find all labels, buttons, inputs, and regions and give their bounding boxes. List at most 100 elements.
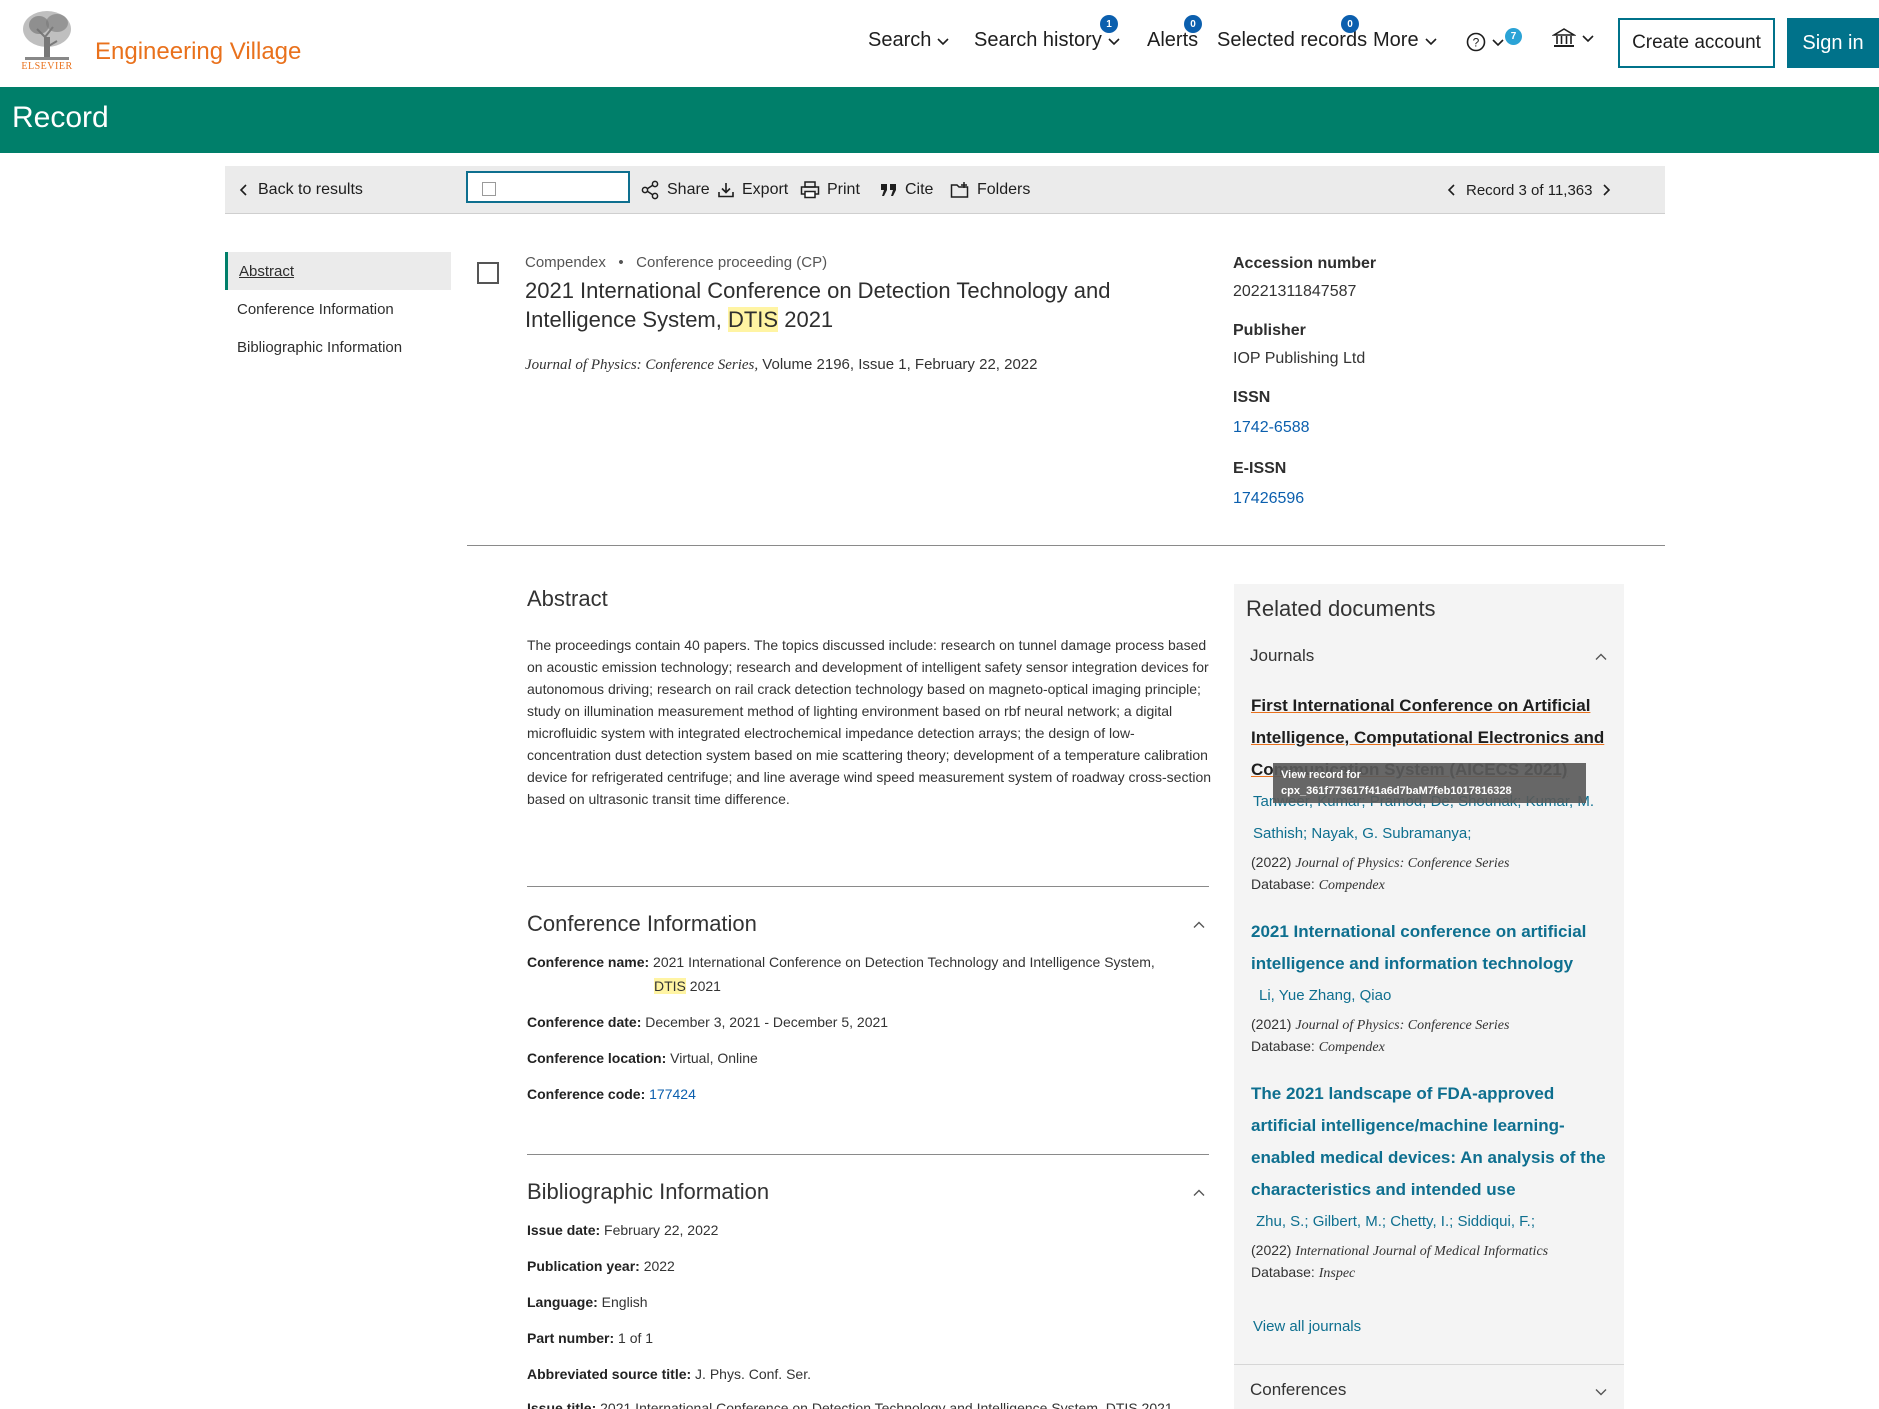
export-label: Export: [742, 181, 789, 198]
cite-button[interactable]: Cite: [880, 166, 933, 214]
related-doc-title[interactable]: 2021 International conference on artific…: [1251, 916, 1611, 980]
section-divider: [527, 886, 1209, 887]
conference-location: Virtual, Online: [670, 1050, 758, 1066]
abbreviated-source-title-label: Abbreviated source title:: [527, 1366, 692, 1382]
accession-number: 20221311847587: [1233, 283, 1357, 300]
chevron-up-icon[interactable]: [1594, 650, 1608, 664]
section-nav-bibliographic-information[interactable]: Bibliographic Information: [225, 328, 451, 366]
related-doc-authors[interactable]: Zhu, S.; Gilbert, M.; Chetty, I.; Siddiq…: [1256, 1206, 1616, 1238]
doc-meta: Compendex • Conference proceeding (CP): [525, 254, 827, 271]
related-doc-authors[interactable]: Li, Yue Zhang, Qiao: [1259, 980, 1619, 1012]
part-number: 1 of 1: [618, 1330, 654, 1346]
section-nav: Abstract Conference Information Bibliogr…: [225, 252, 451, 366]
eissn-label: E-ISSN: [1233, 460, 1287, 477]
folders-button[interactable]: Folders: [950, 166, 1030, 214]
record-position: Record 3 of 11,363: [1466, 181, 1593, 199]
source-details: Volume 2196, Issue 1, February 22, 2022: [758, 356, 1038, 373]
cite-label: Cite: [905, 181, 934, 198]
conference-name: 2021 International Conference on Detecti…: [653, 954, 1155, 970]
nav-institution[interactable]: [1552, 27, 1596, 49]
search-history-badge: 1: [1100, 15, 1118, 33]
document-type: Conference proceeding (CP): [636, 254, 828, 271]
nav-search[interactable]: Search: [868, 29, 951, 52]
abbreviated-source-title-field: Abbreviated source title: J. Phys. Conf.…: [527, 1366, 811, 1382]
folders-label: Folders: [977, 181, 1031, 198]
print-button[interactable]: Print: [800, 166, 860, 214]
tooltip-line-2: cpx_361f773617f41a6d7baM7feb1017816328: [1281, 785, 1512, 797]
database-label: Database:: [1251, 1038, 1315, 1054]
select-record-checkbox[interactable]: [477, 262, 499, 284]
nav-help[interactable]: ?: [1466, 32, 1506, 52]
chevron-left-icon[interactable]: [1445, 183, 1459, 197]
publisher-label: Publisher: [1233, 322, 1306, 339]
language-field: Language: English: [527, 1294, 648, 1310]
conference-name-highlight: DTIS: [654, 978, 686, 994]
export-button[interactable]: Export: [717, 166, 788, 214]
related-doc-year: (2022): [1251, 1242, 1292, 1258]
bibliographic-information-heading: Bibliographic Information: [527, 1179, 770, 1204]
issue-title-label: Issue title:: [527, 1400, 597, 1409]
selected-records-badge: 0: [1341, 15, 1359, 33]
conference-date-field: Conference date: December 3, 2021 - Dece…: [527, 1014, 888, 1030]
eissn-link[interactable]: 17426596: [1233, 490, 1304, 508]
help-badge: 7: [1505, 28, 1522, 45]
elsevier-wordmark: ELSEVIER: [21, 61, 73, 72]
journals-toggle-label[interactable]: Journals: [1250, 646, 1314, 666]
publication-year: 2022: [643, 1258, 675, 1274]
related-doc-source: (2021) Journal of Physics: Conference Se…: [1251, 1016, 1509, 1034]
section-nav-conference-information[interactable]: Conference Information: [225, 290, 451, 328]
chevron-right-icon[interactable]: [1599, 183, 1613, 197]
chevron-down-icon: [1582, 35, 1594, 43]
conferences-toggle-label[interactable]: Conferences: [1250, 1380, 1346, 1400]
chevron-left-icon: [239, 184, 247, 196]
download-icon: [718, 183, 734, 198]
related-doc-source: (2022) Journal of Physics: Conference Se…: [1251, 854, 1509, 872]
sign-in-button[interactable]: Sign in: [1787, 18, 1879, 68]
conference-location-field: Conference location: Virtual, Online: [527, 1050, 758, 1066]
record-pagination: Record 3 of 11,363: [1445, 166, 1613, 214]
tooltip-line-1: View record for: [1281, 769, 1361, 781]
quick-search-box[interactable]: [466, 171, 630, 203]
back-to-results-button[interactable]: Back to results: [237, 166, 363, 214]
share-button[interactable]: Share: [640, 166, 710, 214]
issn-link[interactable]: 1742-6588: [1233, 419, 1310, 437]
nav-selected-records[interactable]: Selected records: [1217, 29, 1367, 52]
source-journal[interactable]: Journal of Physics: Conference Series,: [525, 357, 758, 373]
section-nav-abstract[interactable]: Abstract: [225, 252, 451, 290]
top-header: ELSEVIER Engineering Village Search Sear…: [0, 0, 1879, 87]
publication-year-label: Publication year:: [527, 1258, 640, 1274]
abstract-heading: Abstract: [527, 586, 608, 611]
conference-code-label: Conference code:: [527, 1086, 646, 1102]
related-documents-heading: Related documents: [1246, 596, 1436, 621]
view-record-tooltip: View record for cpx_361f773617f41a6d7baM…: [1273, 763, 1586, 803]
create-account-button[interactable]: Create account: [1618, 18, 1775, 68]
print-label: Print: [827, 181, 860, 198]
related-doc-title[interactable]: The 2021 landscape of FDA-approved artif…: [1251, 1078, 1611, 1206]
nav-selected-records-label: Selected records: [1217, 29, 1368, 51]
nav-more[interactable]: More: [1373, 29, 1439, 52]
conference-code-link[interactable]: 177424: [649, 1086, 696, 1102]
chevron-down-icon: [1425, 37, 1437, 45]
abstract-text: The proceedings contain 40 papers. The t…: [527, 637, 1212, 807]
conference-location-label: Conference location:: [527, 1050, 667, 1066]
record-toolbar: Back to results Share Export Print Cite …: [225, 166, 1665, 214]
chevron-up-icon[interactable]: [1192, 918, 1206, 932]
related-documents-panel: Related documents Journals First Interna…: [1234, 584, 1624, 1409]
database-label: Database:: [1251, 1264, 1315, 1280]
language-label: Language:: [527, 1294, 598, 1310]
brand-name[interactable]: Engineering Village: [95, 38, 301, 66]
issue-date: February 22, 2022: [604, 1222, 719, 1238]
document-title: 2021 International Conference on Detecti…: [525, 276, 1145, 334]
alerts-badge: 0: [1184, 15, 1202, 33]
conference-code-field: Conference code: 177424: [527, 1086, 696, 1102]
database-value: Inspec: [1318, 1266, 1356, 1281]
related-doc-year: (2022): [1251, 854, 1292, 870]
nav-search-history[interactable]: Search history: [974, 29, 1122, 52]
quote-icon: [881, 184, 896, 196]
chevron-down-icon[interactable]: [1594, 1385, 1608, 1399]
view-all-journals-link[interactable]: View all journals: [1253, 1318, 1361, 1335]
chevron-down-icon: [1492, 39, 1504, 47]
chevron-up-icon[interactable]: [1192, 1186, 1206, 1200]
issue-title-field: Issue title: 2021 International Conferen…: [527, 1400, 1173, 1409]
part-number-field: Part number: 1 of 1: [527, 1330, 653, 1346]
